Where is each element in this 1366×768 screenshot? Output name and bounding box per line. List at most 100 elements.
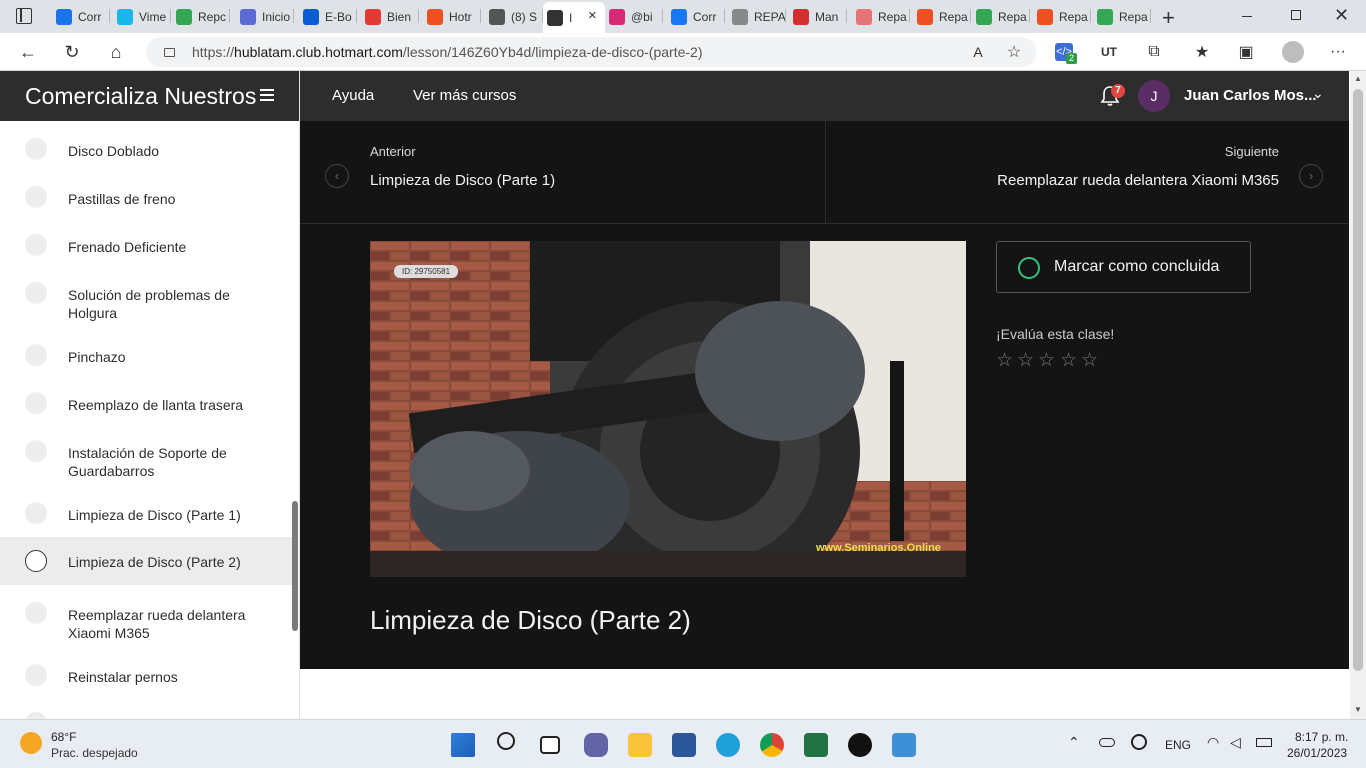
browser-tab[interactable]: E-Bo [299, 4, 357, 29]
prev-lesson-link[interactable]: Limpieza de Disco (Parte 1) [370, 172, 555, 189]
new-tab-icon[interactable]: + [1162, 5, 1175, 31]
browser-tab[interactable]: Repa [1033, 4, 1091, 29]
browser-tab[interactable]: Inicio [236, 4, 294, 29]
browser-tab[interactable]: Repa [1093, 4, 1151, 29]
star-icon[interactable]: ☆ [1081, 349, 1098, 372]
close-tab-icon[interactable]: ✕ [588, 9, 597, 22]
star-icon[interactable]: ☆ [1038, 349, 1055, 372]
search-icon[interactable] [497, 732, 515, 750]
close-window-icon[interactable]: ✕ [1334, 5, 1349, 26]
weather-temp[interactable]: 68°F [51, 730, 76, 744]
word-icon[interactable] [672, 733, 696, 757]
lesson-item[interactable]: Reemplazo de llanta trasera [0, 375, 292, 423]
tab-actions-icon[interactable] [16, 8, 32, 24]
lesson-item-label: Disco Doblado [68, 143, 160, 159]
vimeo-icon [117, 8, 133, 25]
favorite-add-icon[interactable]: ☆ [1003, 41, 1025, 63]
extension-ut-icon[interactable]: UT [1098, 41, 1120, 63]
refresh-icon[interactable]: ↻ [61, 41, 83, 63]
browser-tab[interactable]: Bien [361, 4, 419, 29]
sync-alert-icon[interactable] [1131, 734, 1147, 750]
file-explorer-icon[interactable] [628, 733, 652, 757]
lesson-item[interactable]: Reinstalar pernos [0, 647, 292, 695]
mark-complete-button[interactable]: Marcar como concluida [996, 241, 1251, 293]
lesson-item[interactable]: Pinchazo [0, 327, 292, 375]
browser-tab[interactable]: Corr [667, 4, 725, 29]
video-player[interactable]: ID: 29750581 www.Seminarios.Online [370, 241, 966, 577]
more-courses-link[interactable]: Ver más cursos [413, 87, 516, 104]
browser-tab[interactable]: Vime [113, 4, 171, 29]
browser-tab[interactable]: Repa [972, 4, 1030, 29]
lesson-item-current[interactable]: Limpieza de Disco (Parte 2) [0, 537, 292, 585]
next-lesson-link[interactable]: Reemplazar rueda delantera Xiaomi M365 [997, 172, 1279, 189]
star-icon[interactable]: ☆ [996, 349, 1013, 372]
battery-icon[interactable] [1256, 738, 1272, 747]
windows-start-icon[interactable] [451, 733, 475, 757]
menu-icon[interactable] [260, 89, 274, 103]
browser-tab[interactable]: Repa [913, 4, 971, 29]
star-icon[interactable]: ☆ [1017, 349, 1034, 372]
mail-icon [56, 8, 72, 25]
language-indicator[interactable]: ENG [1165, 738, 1191, 752]
tab-label: Repc [198, 9, 227, 24]
scroll-down-icon[interactable]: ▼ [1354, 705, 1362, 714]
browser-tab[interactable]: Repc [172, 4, 230, 29]
prev-arrow-icon[interactable]: ‹ [325, 164, 349, 188]
minimize-icon[interactable] [1242, 16, 1252, 17]
edge-icon[interactable] [716, 733, 740, 757]
circle-check-icon [1018, 257, 1040, 279]
lesson-item[interactable]: Reemplazar rueda delantera Xiaomi M365 [0, 585, 292, 647]
excel-icon[interactable] [804, 733, 828, 757]
extensions-puzzle-icon[interactable]: ⧉ [1143, 41, 1165, 63]
browser-tab[interactable]: Hotr [423, 4, 481, 29]
collections-icon[interactable]: ▣ [1235, 41, 1257, 63]
help-link[interactable]: Ayuda [332, 87, 374, 104]
page-scrollbar[interactable]: ▲ ▼ [1350, 71, 1366, 719]
weather-sun-icon[interactable] [20, 732, 42, 754]
browser-tab[interactable]: @bi [605, 4, 663, 29]
notepad-icon[interactable] [892, 733, 916, 757]
browser-tab[interactable]: (8) S [485, 4, 543, 29]
chevron-down-icon[interactable]: ⌄ [1312, 85, 1324, 102]
read-aloud-icon[interactable]: A [967, 41, 989, 63]
browser-tab[interactable]: REPA [728, 4, 786, 29]
browser-tab[interactable]: I ✕ [543, 2, 605, 33]
lesson-item[interactable]: Frenado Deficiente [0, 217, 292, 265]
url-input[interactable]: https://hublatam.club.hotmart.com/lesson… [146, 37, 1036, 67]
profile-avatar-icon[interactable] [1282, 41, 1304, 63]
lesson-item[interactable]: Mantenimiento completo de [0, 695, 292, 719]
lesson-item[interactable]: Solución de problemas de Holgura [0, 265, 292, 327]
next-arrow-icon[interactable]: › [1299, 164, 1323, 188]
browser-tab[interactable]: Repa [852, 4, 910, 29]
lesson-item[interactable]: Disco Doblado [0, 121, 292, 169]
chrome-icon[interactable] [760, 733, 784, 757]
lesson-item[interactable]: Pastillas de freno [0, 169, 292, 217]
more-menu-icon[interactable]: ··· [1327, 41, 1349, 63]
clock-date[interactable]: 26/01/2023 [1287, 746, 1347, 760]
tiktok-icon[interactable] [848, 733, 872, 757]
star-icon[interactable]: ☆ [1060, 349, 1077, 372]
browser-tab[interactable]: Man [789, 4, 847, 29]
restore-icon[interactable] [1291, 10, 1301, 20]
wifi-icon[interactable]: ◠ [1207, 734, 1219, 751]
volume-icon[interactable]: ◁ [1230, 734, 1241, 751]
scroll-up-icon[interactable]: ▲ [1354, 74, 1362, 83]
back-icon[interactable]: ← [17, 41, 39, 63]
clock-time[interactable]: 8:17 p. m. [1295, 730, 1348, 744]
onedrive-icon[interactable] [1099, 738, 1115, 747]
favorites-icon[interactable]: ★ [1191, 41, 1213, 63]
avatar[interactable]: J [1138, 80, 1170, 112]
tab-label: Inicio [262, 9, 291, 24]
home-icon[interactable]: ⌂ [105, 41, 127, 63]
teams-chat-icon[interactable] [584, 733, 608, 757]
task-view-icon[interactable] [540, 736, 560, 754]
lesson-item[interactable]: Limpieza de Disco (Parte 1) [0, 485, 292, 533]
lesson-status-circle-icon [25, 282, 47, 304]
lesson-item[interactable]: Instalación de Soporte de Guardabarros [0, 423, 292, 485]
sidebar-scrollbar[interactable] [292, 501, 298, 631]
scrollbar-thumb[interactable] [1353, 89, 1363, 671]
user-name[interactable]: Juan Carlos Mos... [1184, 87, 1317, 104]
browser-tab[interactable]: Corr [52, 4, 110, 29]
chevron-up-icon[interactable]: ⌃ [1068, 734, 1080, 751]
weather-desc[interactable]: Prac. despejado [51, 746, 138, 760]
